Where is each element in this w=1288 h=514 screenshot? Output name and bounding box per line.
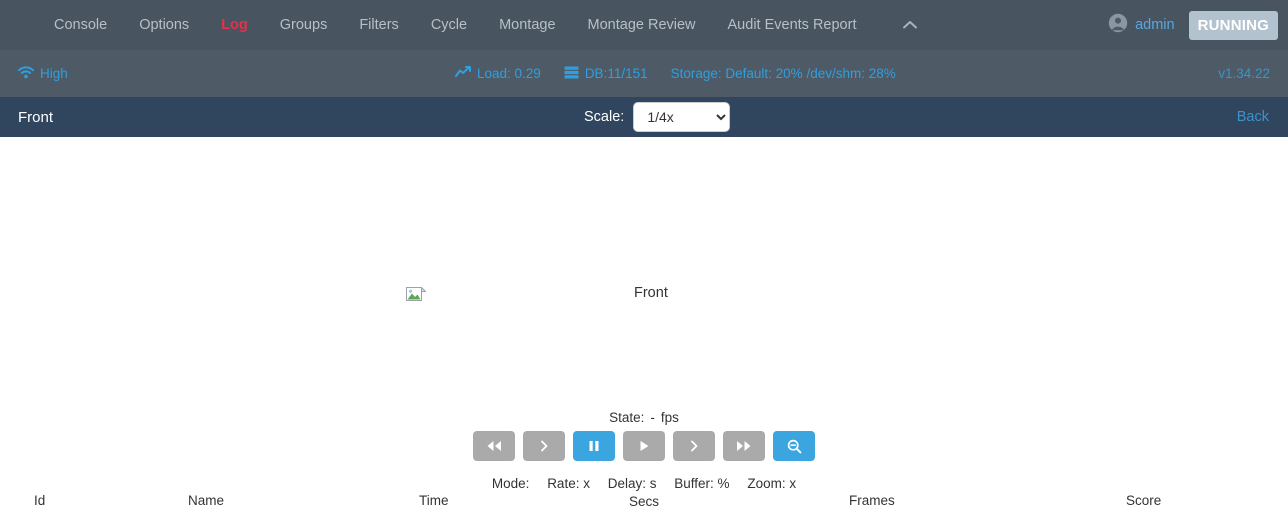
step-back-button[interactable]	[523, 431, 565, 461]
trend-line-icon	[455, 66, 471, 81]
magnifier-minus-icon	[787, 439, 802, 454]
back-link[interactable]: Back	[1237, 109, 1269, 125]
nav-item-montage-review[interactable]: Montage Review	[572, 0, 712, 50]
scale-control: Scale: 1/4x	[584, 102, 731, 132]
user-circle-icon	[1108, 13, 1128, 38]
play-button[interactable]	[623, 431, 665, 461]
nav-item-console[interactable]: Console	[38, 0, 123, 50]
nav-right-group: admin RUNNING	[1108, 0, 1278, 50]
main-navigation: Console Options Log Groups Filters Cycle…	[0, 0, 1288, 50]
state-label: State:	[609, 410, 645, 425]
nav-item-log[interactable]: Log	[205, 0, 264, 50]
broken-image-icon	[406, 286, 427, 305]
column-header-score[interactable]: Score	[1126, 493, 1161, 508]
column-header-name[interactable]: Name	[188, 493, 224, 508]
monitor-header: Front Scale: 1/4x Back	[0, 97, 1288, 137]
load-status[interactable]: Load: 0.29	[455, 66, 541, 81]
column-header-frames[interactable]: Frames	[849, 493, 895, 508]
chevron-right-icon	[539, 440, 549, 452]
nav-item-cycle[interactable]: Cycle	[415, 0, 483, 50]
load-label: Load: 0.29	[477, 66, 541, 81]
nav-item-montage[interactable]: Montage	[483, 0, 571, 50]
bandwidth-label: High	[40, 66, 68, 81]
nav-links: Console Options Log Groups Filters Cycle…	[38, 0, 926, 50]
user-name: admin	[1135, 17, 1175, 33]
playback-controls	[0, 431, 1288, 461]
column-header-time[interactable]: Time	[419, 493, 449, 508]
wifi-icon	[18, 65, 34, 82]
chevron-up-icon[interactable]	[894, 20, 926, 30]
pause-icon	[588, 440, 600, 452]
scale-label: Scale:	[584, 109, 625, 125]
live-stream-stage: Front State: - fps	[0, 137, 1288, 485]
fast-forward-icon	[736, 440, 752, 452]
db-label: DB:11/151	[584, 66, 648, 81]
monitor-title: Front	[18, 108, 54, 126]
column-header-id[interactable]: Id	[34, 493, 45, 508]
database-icon	[564, 66, 579, 82]
user-menu[interactable]: admin	[1108, 13, 1175, 38]
nav-item-groups[interactable]: Groups	[264, 0, 344, 50]
fast-forward-button[interactable]	[723, 431, 765, 461]
storage-status[interactable]: Storage: Default: 20% /dev/shm: 28%	[671, 66, 896, 81]
db-status[interactable]: DB:11/151	[564, 66, 648, 82]
nav-item-options[interactable]: Options	[123, 0, 205, 50]
fast-rewind-icon	[486, 440, 502, 452]
bandwidth-status[interactable]: High	[18, 65, 68, 82]
zoom-out-button[interactable]	[773, 431, 815, 461]
fast-rewind-button[interactable]	[473, 431, 515, 461]
chevron-right-icon	[689, 440, 699, 452]
nav-item-audit-events-report[interactable]: Audit Events Report	[712, 0, 873, 50]
fps-label: fps	[660, 410, 679, 425]
nav-item-filters[interactable]: Filters	[343, 0, 414, 50]
player-state: State: - fps	[0, 410, 1288, 425]
step-forward-button[interactable]	[673, 431, 715, 461]
page-root: Console Options Log Groups Filters Cycle…	[0, 0, 1288, 514]
system-status-bar: High Load: 0.29 DB:11/151 Storage: Defau…	[0, 50, 1288, 97]
pause-button[interactable]	[573, 431, 615, 461]
events-table-header: Id Name Time Frames Score	[0, 493, 1288, 514]
version-label[interactable]: v1.34.22	[1218, 66, 1270, 81]
state-value: -	[650, 410, 655, 425]
play-icon	[638, 440, 650, 452]
status-badge[interactable]: RUNNING	[1188, 10, 1278, 40]
scale-select[interactable]: 1/4x	[633, 102, 731, 132]
stream-alt-text: Front	[634, 285, 668, 301]
status-metrics: Load: 0.29 DB:11/151 Storage: Default: 2…	[455, 66, 896, 82]
